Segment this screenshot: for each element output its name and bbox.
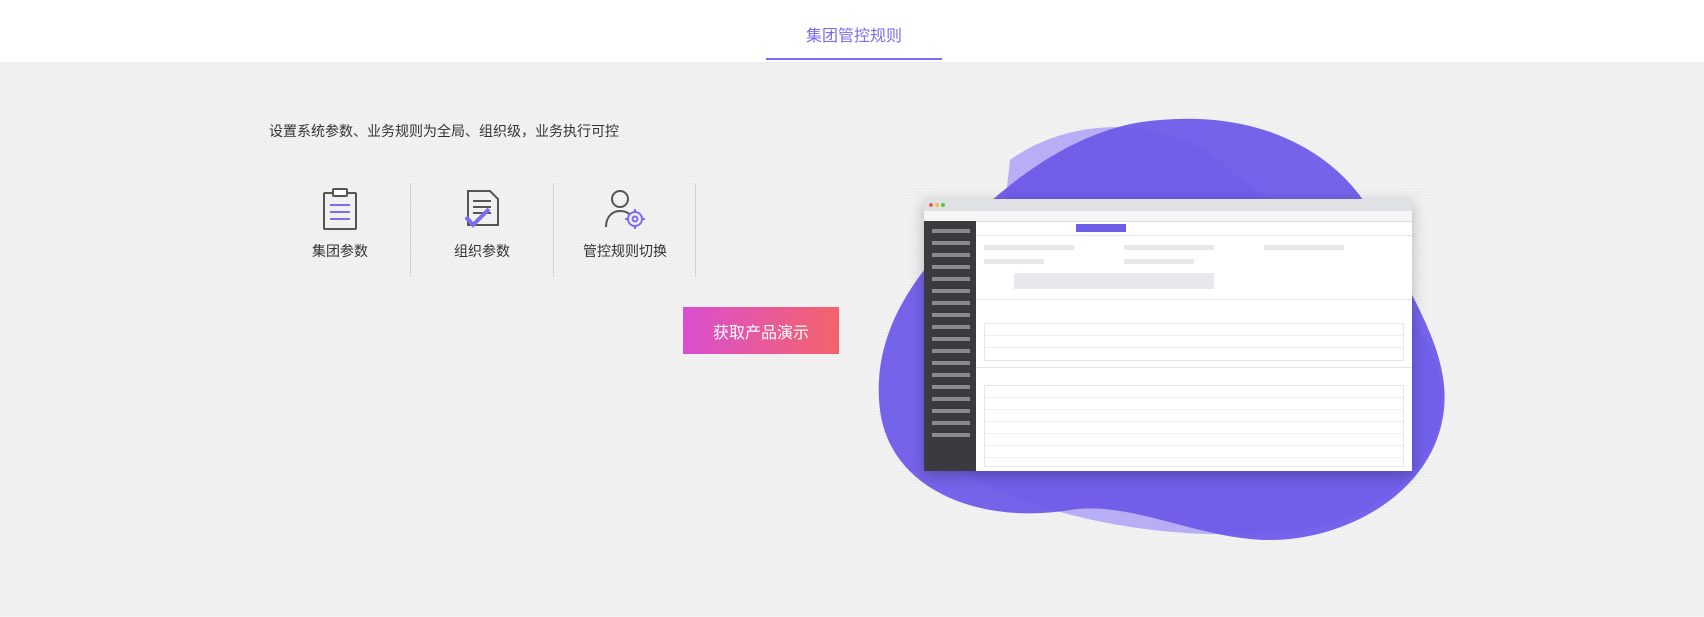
app-tab-strip — [976, 221, 1412, 236]
product-screenshot — [924, 199, 1412, 471]
decorative-blob — [878, 118, 1445, 540]
app-sidebar — [924, 221, 976, 471]
browser-tab-bar — [924, 199, 1412, 211]
